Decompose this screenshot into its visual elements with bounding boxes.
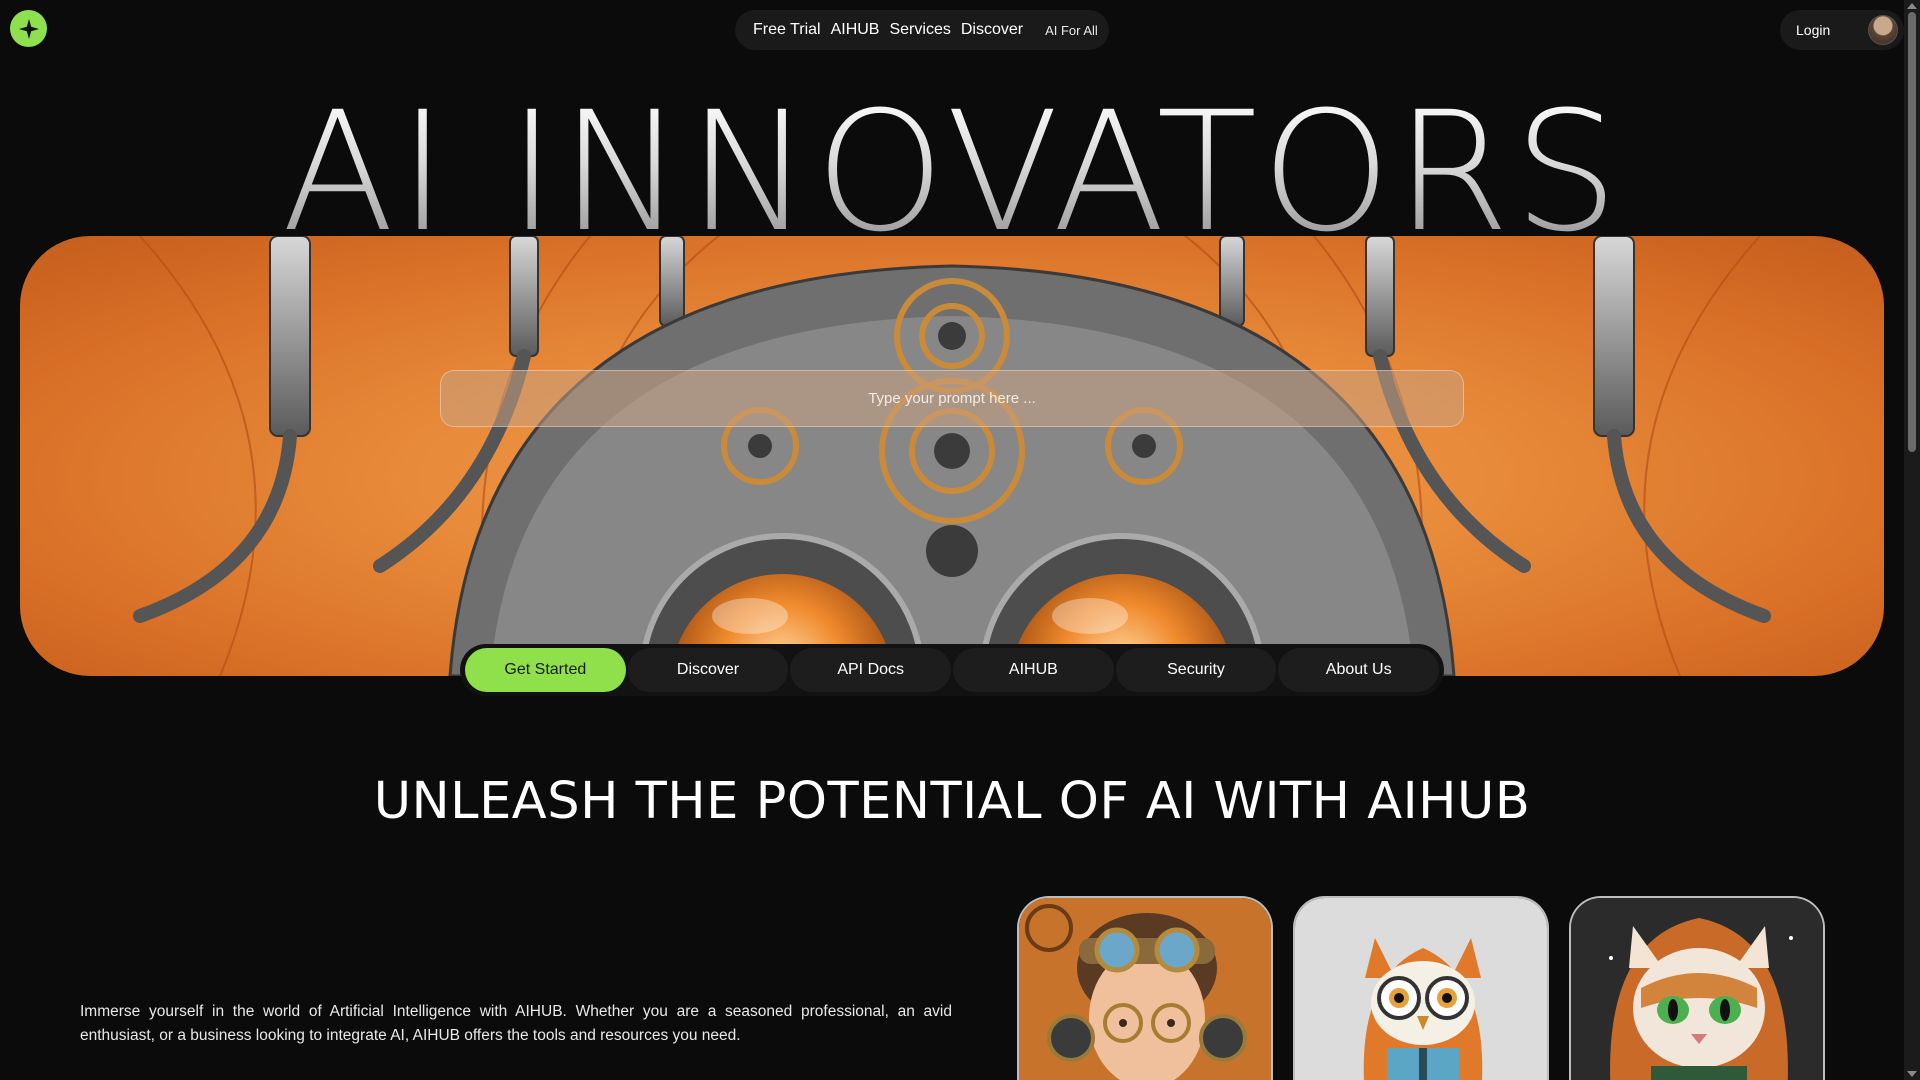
top-nav: Free Trial AIHUB Services Discover AI Fo… [735,10,1109,50]
steampunk-boy-image [1019,898,1271,1080]
section-description: Immerse yourself in the world of Artific… [80,1003,952,1044]
scroll-up-arrow-icon[interactable] [1907,3,1917,9]
feature-tabs: Get Started Discover API Docs AIHUB Secu… [460,644,1444,696]
nav-item-free-trial[interactable]: Free Trial [753,21,821,39]
tab-discover[interactable]: Discover [627,648,789,692]
tab-security[interactable]: Security [1115,648,1277,692]
hero-banner-image [20,236,1884,676]
showcase-cards [1017,896,1825,1080]
hero-title: AI INNOVATORS [0,90,1904,255]
cat-image [1571,898,1823,1080]
nav-tagline: AI For All [1045,22,1098,38]
tab-about-us[interactable]: About Us [1278,648,1440,692]
nav-item-aihub[interactable]: AIHUB [831,21,880,39]
section-title: UNLEASH THE POTENTIAL OF AI WITH AIHUB [373,772,1531,831]
login-button[interactable]: Login [1780,10,1904,50]
page: Free Trial AIHUB Services Discover AI Fo… [0,0,1920,1080]
scroll-down-arrow-icon[interactable] [1907,1071,1917,1077]
prompt-input[interactable] [440,370,1464,427]
card-cat[interactable] [1569,896,1825,1080]
card-owl[interactable] [1293,896,1549,1080]
tab-api-docs[interactable]: API Docs [790,648,952,692]
nav-item-services[interactable]: Services [889,21,950,39]
card-steampunk-boy[interactable] [1017,896,1273,1080]
login-label: Login [1796,22,1831,38]
scrollbar[interactable] [1904,0,1920,1080]
tab-aihub[interactable]: AIHUB [953,648,1114,692]
tab-get-started[interactable]: Get Started [465,648,626,692]
nav-item-discover[interactable]: Discover [961,21,1023,39]
sparkle-icon[interactable] [10,10,47,47]
robot-illustration [133,236,1771,676]
scrollbar-thumb[interactable] [1908,12,1916,452]
owl-image [1295,898,1547,1080]
avatar[interactable] [1868,15,1898,45]
